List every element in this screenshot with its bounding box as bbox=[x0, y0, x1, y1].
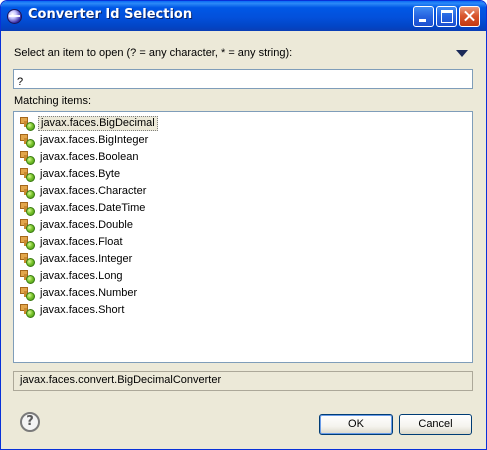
converter-plug-icon bbox=[20, 219, 36, 233]
converter-plug-icon bbox=[20, 202, 36, 216]
list-item-label: javax.faces.Boolean bbox=[40, 151, 139, 163]
eclipse-icon bbox=[7, 9, 22, 24]
list-item-label: javax.faces.Long bbox=[40, 270, 123, 282]
list-item-label: javax.faces.Short bbox=[40, 304, 125, 316]
matching-items-list[interactable]: javax.faces.BigDecimal javax.faces.BigInt… bbox=[13, 111, 473, 363]
ok-button[interactable]: OK bbox=[319, 414, 393, 435]
list-item-label: javax.faces.DateTime bbox=[40, 202, 146, 214]
converter-plug-icon bbox=[20, 117, 36, 131]
close-button[interactable] bbox=[459, 6, 480, 27]
converter-plug-icon bbox=[20, 236, 36, 250]
list-item-label: javax.faces.Byte bbox=[40, 168, 121, 180]
view-menu-icon[interactable] bbox=[456, 50, 468, 57]
converter-plug-icon bbox=[20, 168, 36, 182]
list-item-label: javax.faces.Number bbox=[40, 287, 138, 299]
minimize-button[interactable] bbox=[413, 6, 434, 27]
window-title: Converter Id Selection bbox=[28, 7, 193, 22]
filter-field[interactable] bbox=[13, 69, 478, 91]
converter-plug-icon bbox=[20, 304, 36, 318]
converter-plug-icon bbox=[20, 185, 36, 199]
dialog-window: Converter Id Selection Select an item to… bbox=[0, 0, 487, 450]
converter-plug-icon bbox=[20, 253, 36, 267]
list-item-label: javax.faces.Integer bbox=[40, 253, 133, 265]
maximize-button[interactable] bbox=[436, 6, 457, 27]
converter-plug-icon bbox=[20, 151, 36, 165]
converter-plug-icon bbox=[20, 270, 36, 284]
list-item-label: javax.faces.BigDecimal bbox=[38, 116, 158, 131]
matching-items-label: Matching items: bbox=[14, 95, 92, 107]
converter-plug-icon bbox=[20, 134, 36, 148]
list-item-label: javax.faces.BigInteger bbox=[40, 134, 149, 146]
converter-plug-icon bbox=[20, 287, 36, 301]
cancel-button[interactable]: Cancel bbox=[399, 414, 472, 435]
filter-prompt-label: Select an item to open (? = any characte… bbox=[14, 47, 293, 59]
list-item-label: javax.faces.Float bbox=[40, 236, 123, 248]
list-item-label: javax.faces.Double bbox=[40, 219, 133, 231]
status-bar: javax.faces.convert.BigDecimalConverter bbox=[13, 371, 473, 391]
list-item-label: javax.faces.Character bbox=[40, 185, 147, 197]
selected-converter-class: javax.faces.convert.BigDecimalConverter bbox=[20, 374, 222, 386]
title-bar[interactable]: Converter Id Selection bbox=[1, 1, 486, 31]
help-icon[interactable]: ? bbox=[20, 412, 40, 432]
filter-input[interactable] bbox=[14, 73, 478, 91]
